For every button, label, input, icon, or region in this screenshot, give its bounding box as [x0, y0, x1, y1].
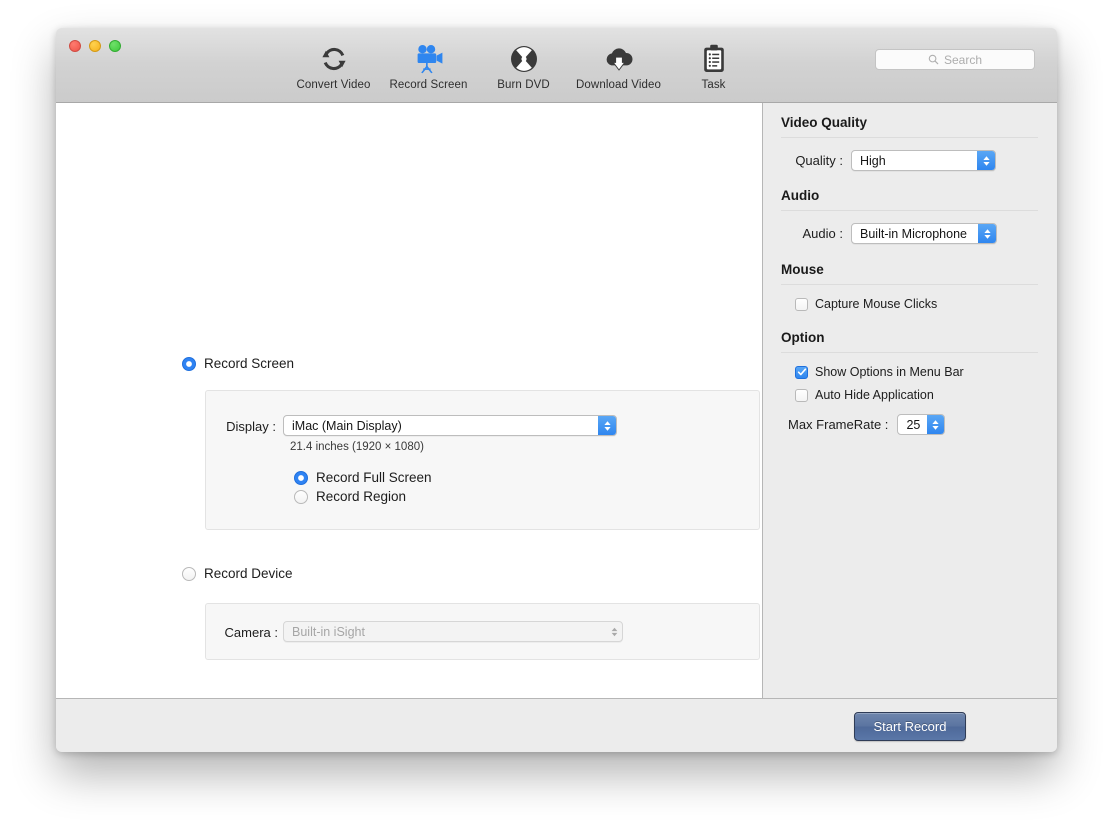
- radio-indicator-on: [294, 470, 308, 485]
- task-icon: [701, 42, 727, 76]
- window-footer: Start Record: [56, 698, 1057, 751]
- toolbar-item-label: Burn DVD: [497, 79, 550, 91]
- toolbar-item-download-video[interactable]: Download Video: [571, 42, 666, 91]
- window-toolbar: Convert Video Record Screen Burn DVD Dow…: [56, 28, 1057, 103]
- record-screen-icon: [413, 42, 445, 76]
- video-quality-heading: Video Quality: [781, 115, 868, 130]
- audio-row: Audio : Built-in Microphone: [781, 223, 1038, 244]
- search-field[interactable]: Search: [875, 49, 1035, 70]
- toolbar-item-task[interactable]: Task: [666, 42, 761, 91]
- audio-dropdown-value: Built-in Microphone: [860, 226, 967, 241]
- record-device-label: Record Device: [204, 566, 293, 581]
- max-framerate-stepper[interactable]: 25: [897, 414, 946, 435]
- display-label: Display :: [226, 419, 276, 434]
- toolbar-item-label: Convert Video: [296, 79, 371, 91]
- record-screen-label: Record Screen: [204, 356, 295, 371]
- app-window: Convert Video Record Screen Burn DVD Dow…: [56, 28, 1057, 752]
- display-dropdown[interactable]: iMac (Main Display): [283, 415, 617, 436]
- capture-mouse-clicks-label: Capture Mouse Clicks: [815, 297, 938, 311]
- quality-label: Quality :: [795, 153, 843, 168]
- audio-heading: Audio: [781, 188, 820, 203]
- record-region-label: Record Region: [316, 489, 407, 504]
- section-video-quality: Video Quality Quality : High: [781, 115, 1038, 171]
- record-full-screen-radio[interactable]: Record Full Screen: [294, 470, 432, 485]
- toolbar-item-record-screen[interactable]: Record Screen: [381, 42, 476, 91]
- search-placeholder: Search: [943, 52, 983, 67]
- display-resolution-info: 21.4 inches (1920 × 1080): [290, 441, 424, 453]
- record-device-radio[interactable]: Record Device: [182, 566, 293, 581]
- quality-dropdown-value: High: [860, 153, 886, 168]
- burn-dvd-icon: [510, 42, 538, 76]
- max-framerate-value: 25: [906, 417, 921, 432]
- section-option: Option Show Options in Menu Bar Auto Hid…: [781, 330, 1038, 435]
- window-body: Record Screen Display : iMac (Main Displ…: [56, 103, 1057, 698]
- settings-sidebar: Video Quality Quality : High Audio Audio…: [763, 103, 1056, 698]
- search-icon: [928, 54, 939, 65]
- desktop-background: Convert Video Record Screen Burn DVD Dow…: [0, 0, 1112, 834]
- toolbar-item-label: Task: [701, 79, 726, 91]
- record-full-screen-label: Record Full Screen: [316, 470, 432, 485]
- section-audio: Audio Audio : Built-in Microphone: [781, 188, 1038, 244]
- toolbar-item-burn-dvd[interactable]: Burn DVD: [476, 42, 571, 91]
- checkmark-icon: [797, 368, 806, 376]
- show-options-menu-bar-checkbox[interactable]: Show Options in Menu Bar: [795, 365, 1038, 379]
- record-region-radio[interactable]: Record Region: [294, 489, 406, 504]
- checkbox-indicator-off: [795, 297, 808, 311]
- mouse-heading: Mouse: [781, 262, 824, 277]
- zoom-button[interactable]: [109, 40, 121, 52]
- display-dropdown-value: iMac (Main Display): [292, 418, 402, 433]
- audio-label: Audio :: [802, 226, 843, 241]
- download-video-icon: [603, 42, 635, 76]
- section-mouse: Mouse Capture Mouse Clicks: [781, 262, 1038, 311]
- toolbar-item-label: Record Screen: [389, 79, 468, 91]
- close-button[interactable]: [69, 40, 81, 52]
- max-framerate-label: Max FrameRate :: [788, 417, 889, 432]
- chevron-updown-icon: [977, 151, 995, 170]
- toolbar-items: Convert Video Record Screen Burn DVD Dow…: [286, 42, 761, 91]
- checkbox-indicator-off: [795, 388, 808, 402]
- max-framerate-row: Max FrameRate : 25: [788, 414, 1038, 435]
- camera-label: Camera :: [224, 625, 278, 640]
- toolbar-item-label: Download Video: [576, 79, 661, 91]
- main-pane: Record Screen Display : iMac (Main Displ…: [56, 103, 763, 698]
- minimize-button[interactable]: [89, 40, 101, 52]
- chevron-updown-icon: [978, 224, 996, 243]
- quality-row: Quality : High: [781, 150, 1038, 171]
- chevron-updown-icon[interactable]: [927, 415, 945, 434]
- record-screen-radio[interactable]: Record Screen: [182, 356, 294, 371]
- auto-hide-application-checkbox[interactable]: Auto Hide Application: [795, 388, 1038, 402]
- radio-indicator-off: [294, 489, 308, 504]
- checkbox-indicator-on: [795, 365, 808, 379]
- capture-mouse-clicks-checkbox[interactable]: Capture Mouse Clicks: [795, 297, 1038, 311]
- radio-indicator-off: [182, 566, 196, 581]
- show-options-menu-bar-label: Show Options in Menu Bar: [815, 365, 964, 379]
- start-record-button[interactable]: Start Record: [854, 712, 966, 741]
- toolbar-item-convert-video[interactable]: Convert Video: [286, 42, 381, 91]
- option-heading: Option: [781, 330, 825, 345]
- radio-indicator-on: [182, 356, 196, 371]
- camera-dropdown-value: Built-in iSight: [292, 624, 365, 639]
- chevron-updown-icon: [598, 416, 616, 435]
- camera-dropdown[interactable]: Built-in iSight: [283, 621, 623, 642]
- traffic-lights: [69, 40, 121, 52]
- quality-dropdown[interactable]: High: [851, 150, 996, 171]
- auto-hide-application-label: Auto Hide Application: [815, 388, 934, 402]
- audio-dropdown[interactable]: Built-in Microphone: [851, 223, 997, 244]
- display-settings-group: [205, 390, 760, 530]
- convert-video-icon: [319, 42, 349, 76]
- chevron-updown-icon: [606, 622, 622, 641]
